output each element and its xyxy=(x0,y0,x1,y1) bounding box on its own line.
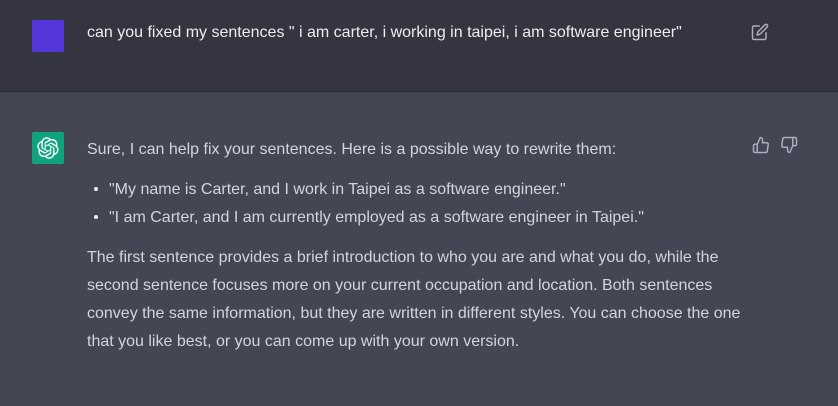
user-avatar xyxy=(32,20,64,52)
thumbs-up-icon[interactable] xyxy=(752,136,770,154)
edit-icon[interactable] xyxy=(751,23,769,41)
assistant-intro-text: Sure, I can help fix your sentences. Her… xyxy=(87,141,617,158)
user-message-row: can you fixed my sentences " i am carter… xyxy=(0,0,838,92)
list-item: "I am Carter, and I am currently employe… xyxy=(87,204,747,232)
assistant-message-row: Sure, I can help fix your sentences. Her… xyxy=(0,92,838,406)
assistant-message-body: Sure, I can help fix your sentences. Her… xyxy=(87,136,747,356)
assistant-explanation-text: The first sentence provides a brief intr… xyxy=(87,249,741,350)
chat-page: can you fixed my sentences " i am carter… xyxy=(0,0,838,406)
suggestion-list: "My name is Carter, and I work in Taipei… xyxy=(87,176,747,232)
assistant-avatar xyxy=(32,132,64,164)
user-message-text: can you fixed my sentences " i am carter… xyxy=(87,24,682,41)
list-item: "My name is Carter, and I work in Taipei… xyxy=(87,176,747,204)
openai-logo-icon xyxy=(37,137,59,159)
thumbs-down-icon[interactable] xyxy=(780,136,798,154)
